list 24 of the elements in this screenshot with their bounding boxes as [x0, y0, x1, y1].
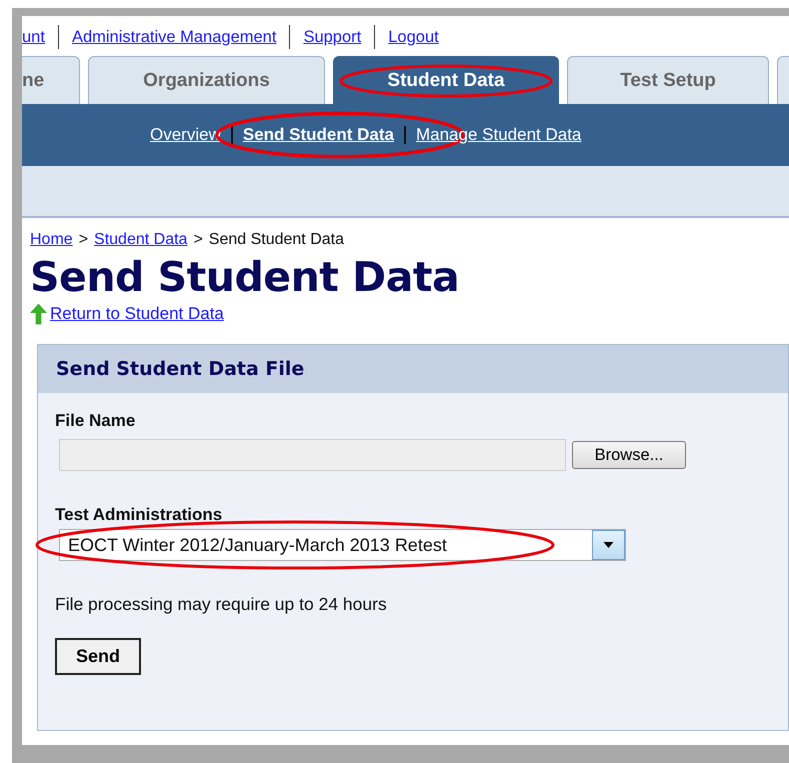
header-link[interactable]: unt: [22, 28, 45, 46]
send-button[interactable]: Send: [55, 638, 141, 675]
browse-button[interactable]: Browse...: [572, 441, 686, 469]
breadcrumb-link[interactable]: Home: [30, 231, 73, 249]
nav-tab[interactable]: ne: [22, 56, 80, 104]
up-arrow-icon: [30, 303, 47, 325]
return-link[interactable]: Return to Student Data: [50, 304, 224, 324]
panel-title: Send Student Data File: [56, 358, 304, 380]
file-input-field[interactable]: [59, 439, 566, 471]
field-label: File Name: [55, 411, 136, 432]
breadcrumb-current: Send Student Data: [208, 231, 344, 249]
caret-icon: [603, 542, 614, 548]
breadcrumb-link[interactable]: Student Data: [94, 231, 188, 249]
page-title: Send Student Data: [30, 252, 460, 302]
info-text: File processing may require up to 24 hours: [55, 594, 388, 615]
nav-tab[interactable]: Test Setup: [567, 56, 769, 104]
breadcrumb-separator: >: [78, 231, 88, 249]
dropdown-select[interactable]: EOCT Winter 2012/January-March 2013 Retest: [59, 529, 626, 561]
header-link[interactable]: Logout: [388, 28, 439, 46]
header-link[interactable]: Administrative Management: [72, 28, 276, 46]
nav-tab[interactable]: Organizations: [88, 56, 325, 104]
header-link[interactable]: Support: [303, 28, 362, 46]
field-label: Test Administrations: [55, 505, 224, 526]
breadcrumb-separator: >: [193, 231, 203, 249]
